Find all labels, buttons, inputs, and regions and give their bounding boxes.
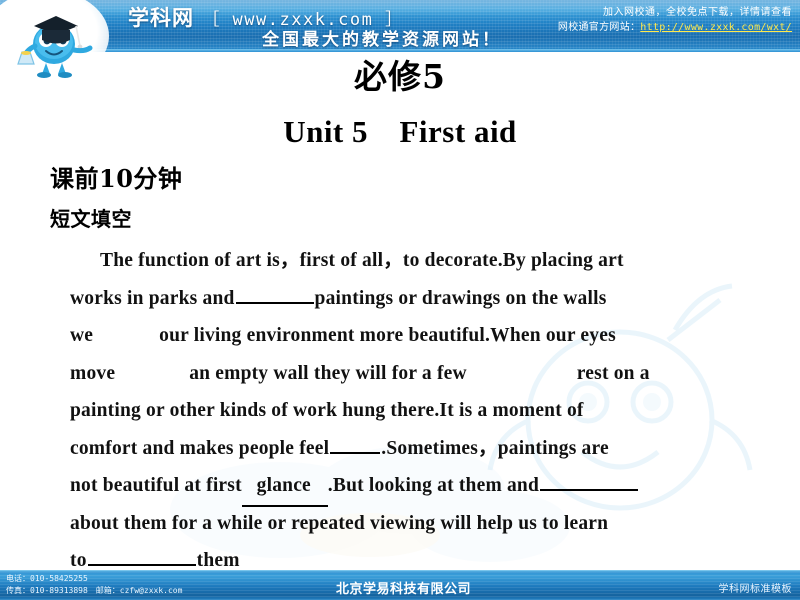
passage-text: works in parks and	[70, 287, 235, 309]
passage-text: The function of art is，first of all，to d…	[100, 250, 624, 271]
graduate-mascot-icon	[17, 16, 93, 78]
passage-text: not beautiful at first	[70, 475, 242, 496]
answer-blank[interactable]	[235, 282, 314, 304]
passage-text: move	[70, 362, 116, 384]
page-subtitle: Unit 5 First aid	[283, 114, 517, 149]
header-promo-line2: 网校通官方网站：http://www.zxxk.com/wxt/	[558, 21, 792, 36]
passage-line: not beautiful at first glance .But looking…	[70, 467, 750, 507]
presentation-slide: 学科网 ［ www.zxxk.com ］ 全国最大的教学资源网站！ 加入网校通，…	[0, 0, 800, 600]
page-title: 必修5	[354, 57, 446, 96]
passage-text: comfort and makes people feel	[70, 437, 330, 459]
site-logo-text: 学科网	[128, 6, 194, 30]
passage-line: painting or other kinds of work hung the…	[70, 392, 750, 430]
answer-blank[interactable]	[330, 432, 381, 454]
filled-answer[interactable]: glance	[241, 467, 328, 507]
passage-text: we	[70, 325, 94, 346]
passage-line: we our living environment more beautiful.…	[70, 317, 750, 355]
footer-company-name: 北京学易科技有限公司	[336, 582, 472, 597]
footer-divider	[0, 570, 800, 572]
footer-phone: 电话：010-58425255	[6, 574, 88, 583]
section-heading-primary: 课前10分钟	[50, 164, 183, 193]
passage-line: move an empty wall they will for a few res…	[70, 355, 750, 393]
site-slogan: 全国最大的教学资源网站！	[262, 30, 502, 50]
section-heading-secondary: 短文填空	[50, 207, 132, 231]
answer-blank[interactable]	[540, 470, 638, 491]
passage-text: .But looking at them and	[327, 475, 539, 496]
passage-line: about them for a while or repeated viewi…	[70, 505, 750, 543]
header-promo-label: 网校通官方网站：	[557, 21, 641, 33]
footer-fax-email: 传真：010-89313898 邮箱：czfw@zxxk.com	[6, 586, 183, 596]
footer-contact-block: 电话：010-58425255 传真：010-89313898 邮箱：czfw@…	[6, 573, 182, 598]
passage-text: rest on a	[576, 362, 650, 384]
passage-line: works in parks and paintings or drawings …	[70, 280, 750, 318]
passage-text: .Sometimes，paintings are	[381, 437, 609, 459]
passage-text: them	[196, 550, 240, 571]
passage-text: our living environment more beautiful.Wh…	[159, 325, 616, 346]
passage-text: about them for a while or repeated viewi…	[70, 512, 609, 534]
answer-blank[interactable]	[87, 545, 196, 566]
site-header-banner: 学科网 ［ www.zxxk.com ］ 全国最大的教学资源网站！ 加入网校通，…	[0, 0, 800, 51]
passage-text: an empty wall they will for a few	[189, 362, 467, 384]
answer-gap[interactable]	[93, 322, 159, 342]
passage-text: to	[70, 550, 87, 571]
answer-gap[interactable]	[467, 359, 577, 379]
footer-template-label: 学科网标准模板	[718, 584, 792, 595]
site-footer-banner: 电话：010-58425255 传真：010-89313898 邮箱：czfw@…	[0, 570, 800, 600]
passage-line: The function of art is，first of all，to d…	[70, 242, 750, 280]
header-promo-block: 加入网校通，全校免点下载，详情请查看 网校通官方网站：http://www.zx…	[558, 6, 792, 35]
cloze-passage: The function of art is，first of all，to d…	[70, 242, 750, 580]
header-promo-line1: 加入网校通，全校免点下载，详情请查看	[603, 7, 792, 18]
passage-text: painting or other kinds of work hung the…	[70, 400, 584, 421]
passage-text: paintings or drawings on the walls	[314, 287, 607, 309]
passage-line: comfort and makes people feel .Sometimes，…	[70, 430, 750, 468]
header-promo-link[interactable]: http://www.zxxk.com/wxt/	[640, 22, 792, 33]
answer-gap[interactable]	[115, 359, 189, 379]
